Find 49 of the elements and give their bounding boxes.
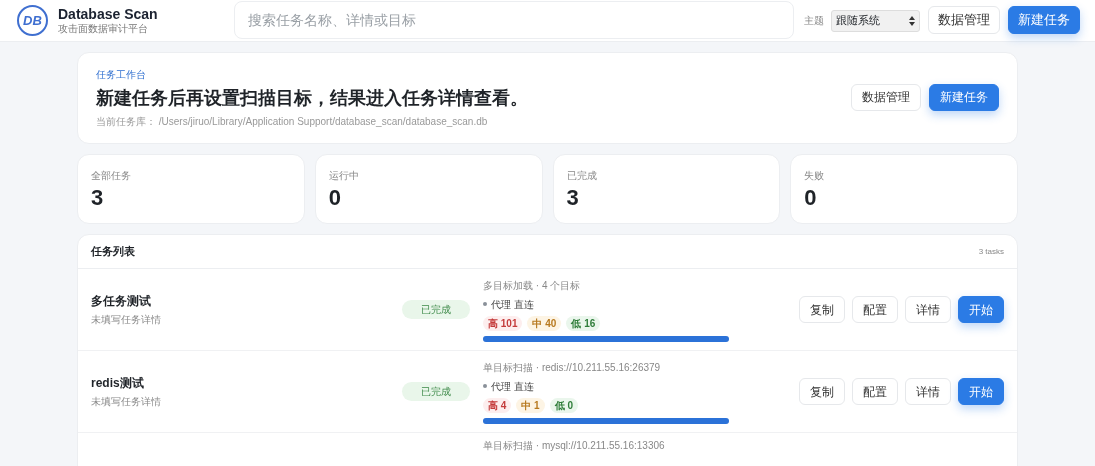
secondary-button[interactable]: 复制 — [799, 378, 845, 405]
secondary-button[interactable]: 数据管理 — [851, 83, 921, 111]
app-subtitle: 攻击面数据审计平台 — [58, 21, 149, 36]
stat-value: 3 — [566, 185, 580, 211]
secondary-button[interactable]: 详情 — [905, 378, 951, 405]
task-target: 单目标扫描 · redis://10.211.55.16:26379 — [483, 360, 662, 375]
severity-badge: 中 40 — [527, 315, 562, 331]
primary-button[interactable]: 新建任务 — [929, 83, 999, 111]
search-field[interactable]: 搜索任务名称、详情或目标 — [234, 0, 794, 39]
primary-button[interactable]: 开始 — [958, 378, 1004, 405]
task-target: 单目标扫描 · mysql://10.211.55.16:13306 — [483, 439, 666, 453]
primary-button[interactable]: 新建任务 — [1008, 5, 1080, 34]
proxy-label: 代理 直连 — [491, 379, 534, 394]
theme-select[interactable]: 跟随系统 — [831, 9, 920, 32]
secondary-button[interactable]: 复制 — [799, 296, 845, 323]
stat-label: 失败 — [804, 169, 826, 183]
logo-icon: DB — [17, 5, 48, 36]
stat-label: 已完成 — [566, 169, 598, 183]
secondary-button[interactable]: 详情 — [905, 296, 951, 323]
task-target: 多目标加载 · 4 个目标 — [483, 278, 582, 293]
status-badge: 已完成 — [402, 382, 470, 401]
severity-badge: 低 16 — [566, 315, 601, 331]
task-name: redis测试 — [91, 375, 145, 392]
db-path: 当前任务库： /Users/jiruo/Library/Application Support/database_scan/database_scan.db — [96, 115, 489, 129]
task-list-title: 任务列表 — [91, 244, 135, 260]
section-eyebrow: 任务工作台 — [96, 68, 147, 82]
severity-badge: 高 101 — [483, 315, 523, 331]
hero-heading: 新建任务后再设置扫描目标，结果进入任务详情查看。 — [96, 87, 529, 110]
task-detail: 未填写任务详情 — [91, 395, 162, 409]
severity-badge: 中 1 — [516, 397, 545, 413]
task-name: 多任务测试 — [91, 293, 152, 310]
secondary-button[interactable]: 配置 — [852, 296, 898, 323]
task-detail: 未填写任务详情 — [91, 313, 162, 327]
severity-badge: 低 0 — [549, 397, 579, 413]
app-title: Database Scan — [58, 5, 159, 22]
status-badge: 已完成 — [402, 300, 470, 319]
severity-badge: 高 4 — [483, 397, 512, 413]
primary-button[interactable]: 开始 — [958, 296, 1004, 323]
secondary-button[interactable]: 配置 — [852, 378, 898, 405]
select-arrows-icon — [909, 15, 915, 26]
stat-label: 全部任务 — [91, 169, 132, 183]
stat-value: 0 — [804, 185, 818, 211]
proxy-label: 代理 直连 — [491, 297, 534, 312]
stat-value: 3 — [91, 185, 105, 211]
stat-label: 运行中 — [328, 169, 360, 183]
task-count: 3 tasks — [978, 245, 1004, 258]
secondary-button[interactable]: 数据管理 — [928, 5, 1000, 34]
stat-value: 0 — [328, 185, 342, 211]
theme-label: 主题 — [804, 14, 824, 28]
